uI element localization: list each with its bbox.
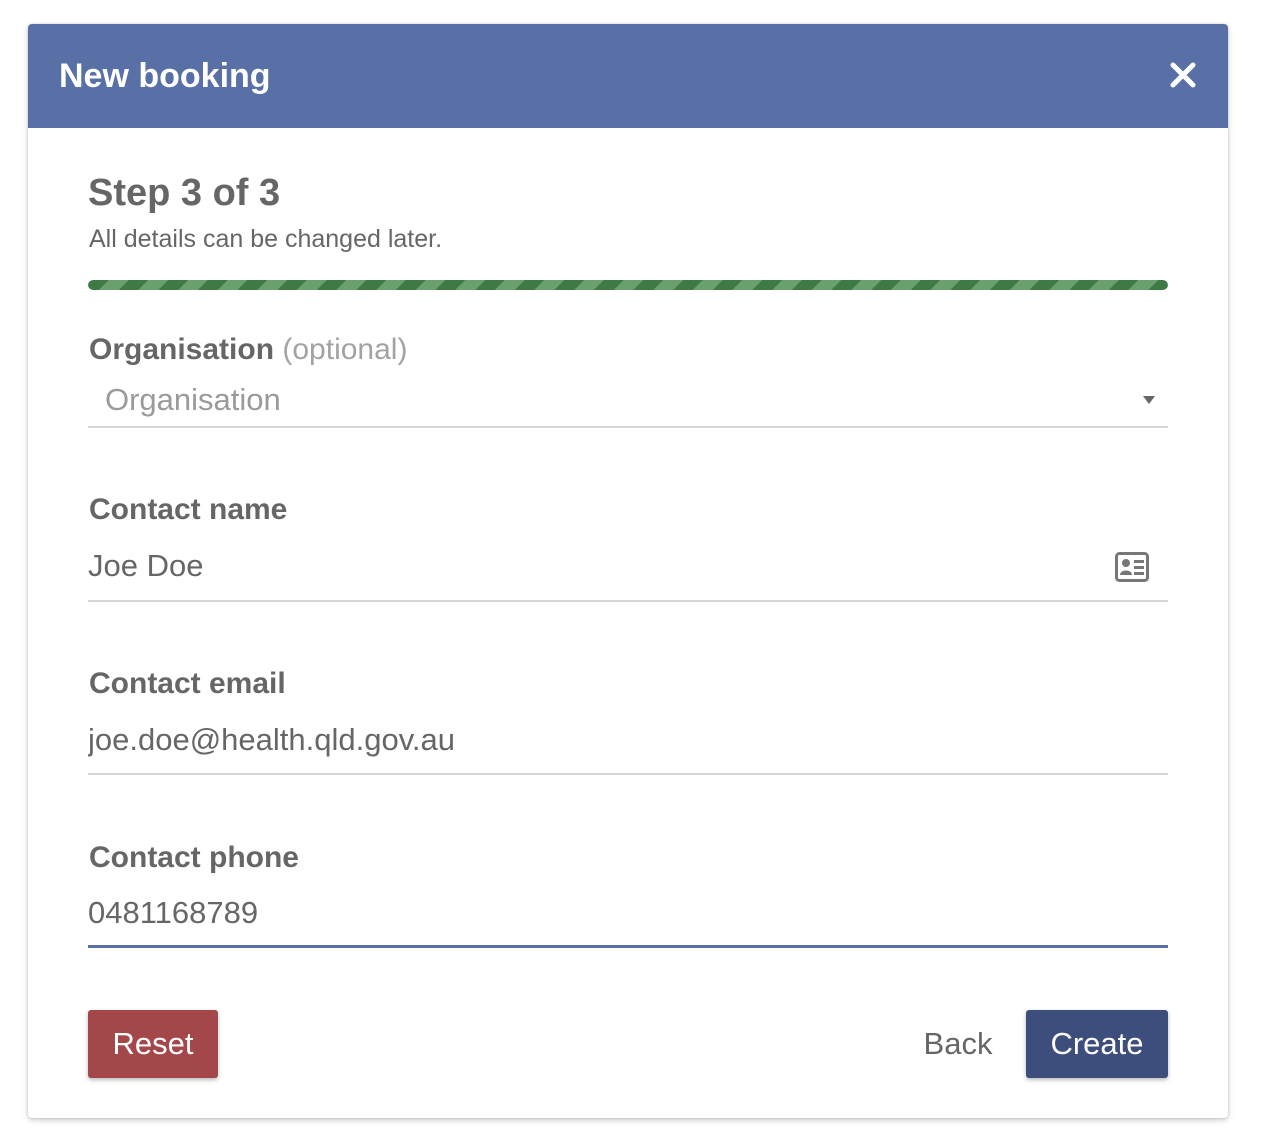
contact-name-input[interactable] — [88, 544, 1088, 588]
optional-label: (optional) — [282, 333, 408, 366]
progress-fill — [88, 280, 1168, 290]
contact-email-underline — [88, 773, 1168, 775]
contact-phone-input[interactable] — [88, 891, 1088, 935]
step-title: Step 3 of 3 — [88, 172, 281, 214]
create-button[interactable]: Create — [1026, 1010, 1168, 1078]
progress-bar — [88, 280, 1168, 290]
organisation-select[interactable]: Organisation — [88, 376, 1168, 424]
chevron-down-icon — [1142, 392, 1156, 410]
new-booking-dialog: New booking Step 3 of 3 All details can … — [28, 24, 1228, 1118]
dialog-header: New booking — [28, 24, 1228, 128]
dialog-title: New booking — [59, 57, 271, 95]
contact-name-underline — [88, 600, 1168, 602]
organisation-underline — [88, 426, 1168, 428]
contact-phone-underline — [88, 945, 1168, 948]
organisation-placeholder: Organisation — [105, 382, 281, 417]
organisation-label-text: Organisation — [89, 333, 275, 366]
back-button[interactable]: Back — [908, 1010, 1008, 1078]
step-subtitle: All details can be changed later. — [89, 225, 443, 253]
organisation-label: Organisation (optional) — [89, 332, 407, 368]
contact-email-input[interactable] — [88, 718, 1088, 762]
contact-phone-label: Contact phone — [89, 841, 299, 874]
reset-button[interactable]: Reset — [88, 1010, 218, 1078]
close-button[interactable] — [1164, 56, 1202, 94]
contact-card-icon[interactable] — [1115, 552, 1149, 582]
close-icon — [1164, 56, 1202, 94]
contact-email-label: Contact email — [89, 667, 286, 700]
contact-name-label: Contact name — [89, 493, 288, 526]
